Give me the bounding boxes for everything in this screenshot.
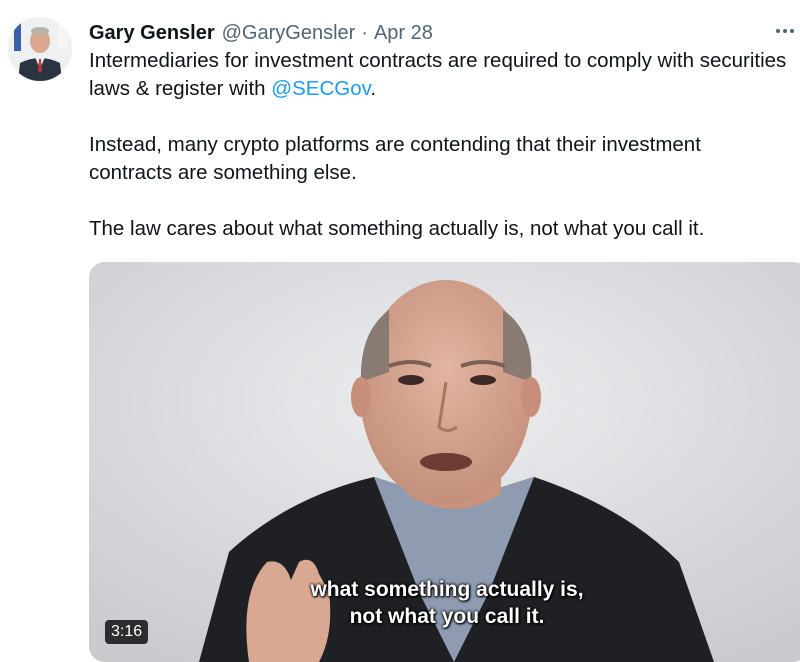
tweet-date[interactable]: Apr 28 (374, 22, 433, 45)
tweet[interactable]: Gary Gensler @GaryGensler · Apr 28 Inter… (0, 0, 800, 662)
tweet-paragraph-1: Intermediaries for investment contracts … (89, 47, 789, 103)
tweet-paragraph-3: The law cares about what something actua… (89, 217, 705, 240)
profile-photo-icon (8, 17, 72, 81)
video-player[interactable]: what something actually is, not what you… (89, 262, 800, 662)
tweet-paragraph-2: Instead, many crypto platforms are conte… (89, 133, 701, 184)
author-name[interactable]: Gary Gensler (89, 22, 215, 45)
mention-link[interactable]: @SECGov (271, 77, 370, 100)
more-dot (783, 29, 787, 33)
tweet-paragraph-1-text: Intermediaries for investment contracts … (89, 49, 787, 100)
tweet-text: Intermediaries for investment contracts … (89, 47, 789, 271)
avatar[interactable] (8, 17, 72, 81)
tweet-paragraph-1-end: . (370, 77, 377, 100)
caption-line-2: not what you call it. (349, 605, 545, 628)
more-horizontal-icon (776, 29, 780, 33)
video-duration-badge: 3:16 (105, 620, 149, 644)
more-dot (790, 29, 794, 33)
tweet-header: Gary Gensler @GaryGensler · Apr 28 (89, 20, 433, 46)
video-caption: what something actually is, not what you… (207, 576, 687, 630)
caption-line-1: what something actually is, (310, 578, 584, 601)
author-handle[interactable]: @GaryGensler (222, 22, 356, 45)
more-options-button[interactable] (772, 18, 798, 44)
separator: · (361, 21, 368, 44)
